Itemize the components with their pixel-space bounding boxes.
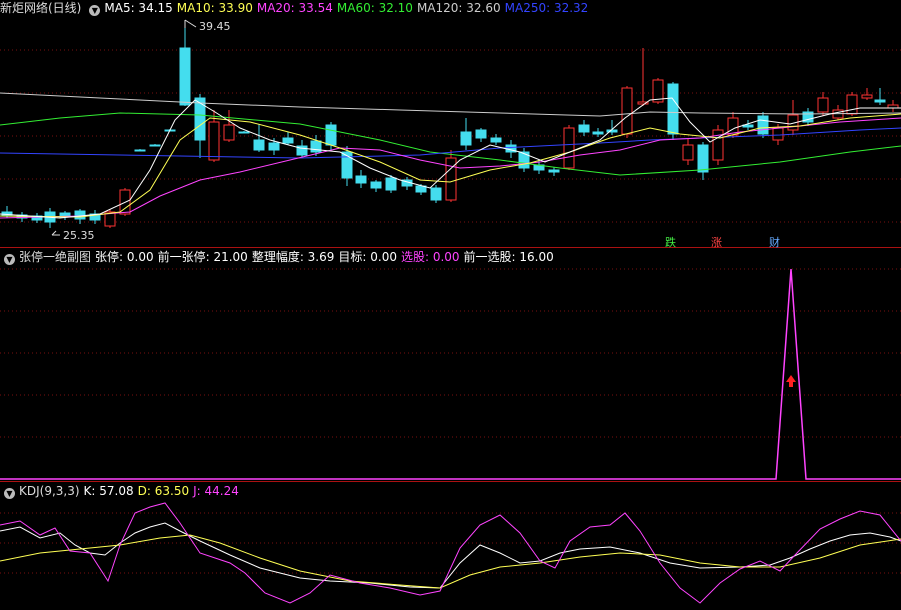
candle-body-30: [445, 157, 457, 201]
candle-body-40: [592, 131, 604, 135]
candle-body-18: [268, 142, 280, 151]
ma-value-label-1: MA10: 33.90: [176, 1, 253, 15]
candle-body-39: [578, 124, 590, 133]
candle-body-33: [490, 137, 502, 143]
candle-body-31: [460, 131, 472, 146]
stock-title: 新炬网络(日线): [0, 1, 82, 15]
indicator-value-label-3: 目标: 0.00: [338, 250, 397, 264]
signal-tag-rise: 涨: [711, 236, 722, 249]
kdj-title: KDJ(9,3,3): [19, 484, 80, 498]
high-price-label: 39.45: [199, 20, 231, 33]
kdj-k-line: [0, 522, 901, 589]
candle-body-19: [282, 137, 294, 144]
limit-up-indicator-pane[interactable]: ▼ 张停一绝副图 张停: 0.00 前一张停: 21.00 整理幅度: 3.69 目标: …: [0, 249, 901, 482]
signal-tag-fall: 跌: [665, 236, 676, 249]
ma-settings-icon[interactable]: ▼: [89, 5, 101, 16]
indicator-header: ▼ 张停一绝副图 张停: 0.00 前一张停: 21.00 整理幅度: 3.69 目标: …: [0, 249, 562, 265]
candle-body-55: [817, 97, 829, 113]
ma-value-label-5: MA250: 32.32: [504, 1, 589, 15]
buy-arrow-icon: [786, 375, 796, 387]
indicator-value-label-4: 选股: 0.00: [400, 250, 460, 264]
kdj-pane[interactable]: ▼ KDJ(9,3,3) K: 57.08 D: 63.50 J: 44.24: [0, 483, 901, 610]
indicator-value-label-5: 前一选股: 16.00: [463, 250, 554, 264]
indicator-value-label-0: 张停: 0.00: [95, 250, 154, 264]
kdj-value-label-2: J: 44.24: [193, 484, 239, 498]
candle-body-29: [430, 187, 442, 201]
kdj-chart[interactable]: [0, 483, 901, 610]
signal-tag-finance: 财: [769, 236, 780, 249]
limit-up-indicator-chart[interactable]: [0, 249, 901, 482]
low-marker-arrow: [51, 230, 60, 236]
candle-body-5: [74, 210, 86, 220]
candle-body-24: [355, 175, 367, 184]
kdj-value-label-0: K: 57.08: [83, 484, 134, 498]
candle-body-25: [370, 181, 382, 189]
selection-signal-line: [0, 268, 901, 480]
candle-body-22: [325, 124, 337, 146]
candle-body-58: [861, 94, 873, 99]
candle-body-59: [874, 99, 886, 103]
candle-body-45: [667, 83, 679, 135]
candle-body-57: [846, 94, 858, 115]
ma-value-label-2: MA20: 33.54: [256, 1, 333, 15]
ma-value-label-3: MA60: 32.10: [336, 1, 413, 15]
candle-body-9: [134, 149, 146, 152]
main-chart-pane[interactable]: 39.45 25.35 新炬网络(日线) ▼ MA5: 34.15 MA10: 33.9…: [0, 0, 901, 249]
candle-body-13: [194, 97, 206, 141]
candle-body-14: [208, 121, 220, 161]
candle-body-35: [518, 151, 530, 169]
kdj-settings-icon[interactable]: ▼: [4, 488, 15, 499]
kdj-d-line: [0, 534, 901, 589]
ma-value-label-0: MA5: 34.15: [104, 1, 173, 15]
candle-body-46: [682, 144, 694, 161]
candle-body-41: [606, 129, 618, 133]
kdj-j-line: [0, 502, 901, 604]
candle-body-42: [621, 87, 633, 135]
candle-body-32: [475, 129, 487, 139]
ma120-line: [0, 92, 901, 117]
candle-body-26: [385, 177, 397, 191]
indicator-title: 张停一绝副图: [19, 250, 92, 264]
indicator-value-label-2: 整理幅度: 3.69: [251, 250, 335, 264]
ma-value-label-4: MA120: 32.60: [416, 1, 501, 15]
candle-body-15: [223, 124, 235, 141]
kdj-value-label-1: D: 63.50: [137, 484, 190, 498]
main-header: 新炬网络(日线) ▼ MA5: 34.15 MA10: 33.90 MA20: 33.5…: [0, 0, 596, 16]
candle-body-52: [772, 127, 784, 141]
candle-body-16: [238, 131, 250, 134]
candle-body-10: [149, 144, 161, 147]
indicator-settings-icon[interactable]: ▼: [4, 254, 15, 265]
candle-body-38: [563, 127, 575, 169]
candle-body-17: [253, 139, 265, 151]
kdj-header: ▼ KDJ(9,3,3) K: 57.08 D: 63.50 J: 44.24: [0, 483, 247, 499]
low-price-label: 25.35: [63, 229, 95, 242]
candle-body-51: [757, 115, 769, 135]
candle-body-12: [179, 47, 191, 106]
indicator-value-label-1: 前一张停: 21.00: [157, 250, 248, 264]
candle-body-37: [548, 169, 560, 173]
candlestick-chart[interactable]: 39.45 25.35: [0, 0, 901, 248]
candle-body-47: [697, 144, 709, 173]
high-marker-arrow: [184, 19, 197, 28]
